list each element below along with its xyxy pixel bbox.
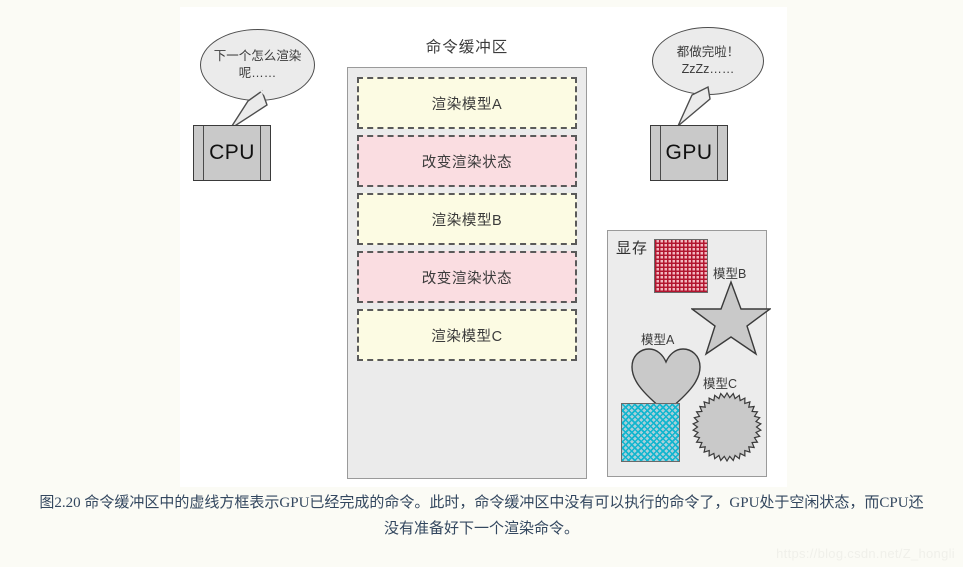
cpu-speech-text: 下一个怎么渲染呢…… [213,49,302,80]
cpu-label: CPU [209,141,255,164]
watermark: https://blog.csdn.net/Z_hongli [776,546,955,561]
command-item: 渲染模型B [357,193,577,245]
command-item-label: 渲染模型B [431,212,503,229]
command-item: 改变渲染状态 [357,251,577,303]
model-c-gear-circle-shape [691,391,763,463]
model-c-label: 模型C [703,377,738,391]
command-buffer: 渲染模型A 改变渲染状态 渲染模型B 改变渲染状态 渲染模型C [347,67,587,479]
gpu-label: GPU [665,141,713,164]
figure-panel: 下一个怎么渲染呢…… CPU 命令缓冲区 渲染模型A 改变渲染状态 渲染模型B … [180,7,787,487]
caption-line-2: 没有准备好下一个渲染命令。 [383,521,579,538]
gpu-speech-text: 都做完啦！ZzZz…… [676,45,740,76]
command-item: 渲染模型C [357,309,577,361]
command-item: 改变渲染状态 [357,135,577,187]
gpu-box: GPU [650,125,728,181]
cpu-box: CPU [193,125,271,181]
vram-title: 显存 [616,240,649,257]
command-item-label: 渲染模型A [431,96,503,113]
caption-line-1: 图2.20 命令缓冲区中的虚线方框表示GPU已经完成的命令。此时，命令缓冲区中没… [39,495,924,511]
command-buffer-title: 命令缓冲区 [425,39,509,56]
model-b-star-shape [691,279,771,356]
model-a-label: 模型A [641,333,675,347]
figure-caption: 图2.20 命令缓冲区中的虚线方框表示GPU已经完成的命令。此时，命令缓冲区中没… [0,490,963,543]
command-item-label: 改变渲染状态 [421,270,513,287]
gpu-bubble-tail-icon [677,85,711,127]
command-item-label: 渲染模型C [431,328,503,345]
command-item: 渲染模型A [357,77,577,129]
vram-panel: 显存 模型B 模型A 模型C [607,230,771,477]
vram-cyan-hatched-square [621,403,680,462]
command-item-label: 改变渲染状态 [421,154,513,171]
